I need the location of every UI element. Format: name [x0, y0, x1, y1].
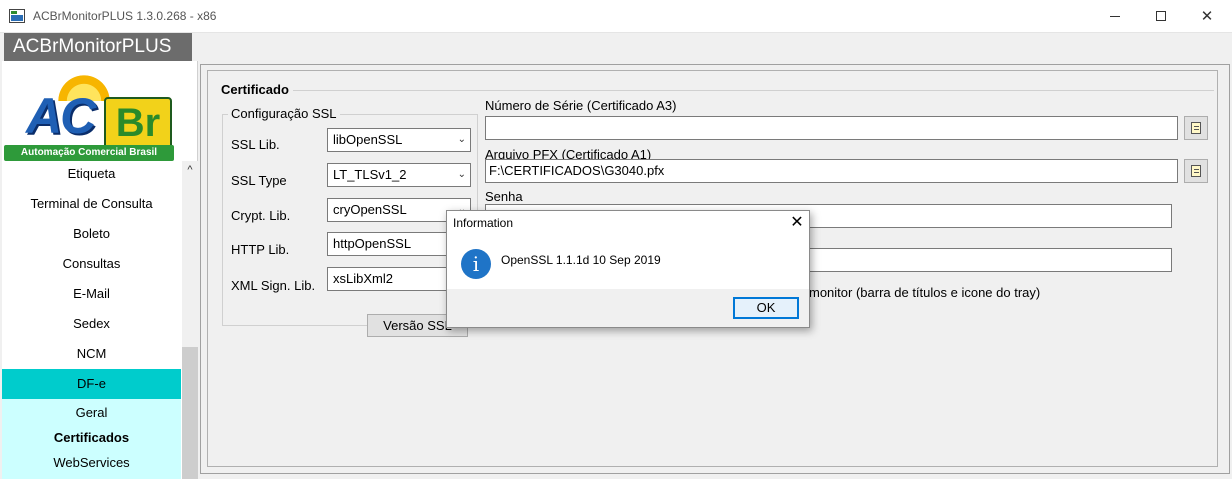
http-lib-label: HTTP Lib. — [231, 242, 290, 257]
section-title: Certificado — [221, 82, 293, 97]
dialog-footer: OK — [447, 289, 809, 327]
sidebar-item-dfe[interactable]: DF-e — [2, 369, 181, 399]
dialog-close-icon[interactable]: ✕ — [787, 213, 807, 233]
sidebar-item-etiqueta[interactable]: Etiqueta — [2, 159, 181, 189]
minimize-icon — [1110, 15, 1120, 17]
chevron-down-icon: ⌄ — [457, 134, 466, 145]
minimize-button[interactable] — [1092, 0, 1138, 32]
arquivo-pfx-input[interactable]: F:\CERTIFICADOS\G3040.pfx — [485, 159, 1178, 183]
acbr-logo: AC Br Automação Comercial Brasil — [4, 69, 180, 167]
monitor-option-label: monitor (barra de títulos e icone do tra… — [809, 285, 1041, 300]
sidebar-subitem-certificados[interactable]: Certificados — [2, 425, 181, 450]
information-dialog: Information ✕ i OpenSSL 1.1.1d 10 Sep 20… — [446, 210, 810, 328]
crypt-lib-value: cryOpenSSL — [333, 202, 407, 217]
document-icon — [1191, 122, 1201, 134]
close-button[interactable]: ✕ — [1184, 0, 1230, 32]
sidebar-item-ncm[interactable]: NCM — [2, 339, 181, 369]
numero-serie-browse-button[interactable] — [1184, 116, 1208, 140]
maximize-button[interactable] — [1138, 0, 1184, 32]
sidebar-scrollbar[interactable]: ^ — [182, 161, 198, 479]
dialog-message: OpenSSL 1.1.1d 10 Sep 2019 — [501, 253, 661, 267]
xml-sign-lib-label: XML Sign. Lib. — [231, 278, 316, 293]
sidebar: AC Br Automação Comercial Brasil Etiquet… — [2, 61, 198, 479]
ok-button[interactable]: OK — [733, 297, 799, 319]
document-icon — [1191, 165, 1201, 177]
senha-label: Senha — [485, 189, 523, 204]
numero-serie-label: Número de Série (Certificado A3) — [485, 98, 677, 113]
ssl-type-select[interactable]: LT_TLSv1_2 ⌄ — [327, 163, 471, 187]
app-header: ACBrMonitorPLUS — [4, 33, 192, 61]
sidebar-item-email[interactable]: E-Mail — [2, 279, 181, 309]
window-title-bar: ACBrMonitorPLUS 1.3.0.268 - x86 ✕ — [0, 0, 1232, 33]
chevron-down-icon: ⌄ — [457, 169, 466, 180]
sidebar-item-terminal-de-consulta[interactable]: Terminal de Consulta — [2, 189, 181, 219]
http-lib-value: httpOpenSSL — [333, 236, 412, 251]
ssl-lib-value: libOpenSSL — [333, 132, 403, 147]
ssl-lib-select[interactable]: libOpenSSL ⌄ — [327, 128, 471, 152]
ssl-group-title: Configuração SSL — [228, 106, 340, 121]
sidebar-subitem-webservices[interactable]: WebServices — [2, 450, 181, 475]
ssl-lib-label: SSL Lib. — [231, 137, 280, 152]
logo-ac-text: AC — [26, 88, 96, 144]
info-icon: i — [461, 249, 491, 279]
window-title: ACBrMonitorPLUS 1.3.0.268 - x86 — [33, 9, 217, 23]
maximize-icon — [1156, 11, 1166, 21]
close-icon: ✕ — [1200, 8, 1214, 25]
logo-br-text: Br — [104, 97, 172, 149]
ssl-type-label: SSL Type — [231, 173, 287, 188]
sidebar-item-boleto[interactable]: Boleto — [2, 219, 181, 249]
numero-serie-input[interactable] — [485, 116, 1178, 140]
section-divider — [290, 90, 1214, 91]
ssl-type-value: LT_TLSv1_2 — [333, 167, 407, 182]
sidebar-item-sedex[interactable]: Sedex — [2, 309, 181, 339]
crypt-lib-label: Crypt. Lib. — [231, 208, 291, 223]
chevron-up-icon[interactable]: ^ — [182, 161, 198, 179]
xml-sign-lib-value: xsLibXml2 — [333, 271, 393, 286]
sidebar-subitem-geral[interactable]: Geral — [2, 400, 181, 425]
scroll-thumb[interactable] — [182, 347, 198, 479]
sidebar-item-consultas[interactable]: Consultas — [2, 249, 181, 279]
app-icon — [9, 9, 25, 23]
dialog-title: Information — [453, 216, 514, 230]
arquivo-pfx-browse-button[interactable] — [1184, 159, 1208, 183]
header-strip — [192, 33, 1232, 61]
